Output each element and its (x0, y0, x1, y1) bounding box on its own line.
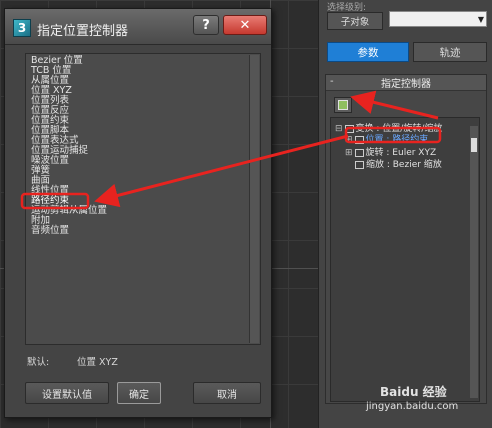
3dsmax-app-icon: 3 (13, 19, 31, 37)
default-label: 默认: (27, 357, 50, 368)
transform-icon (344, 124, 354, 133)
subobject-dropdown[interactable]: ▼ (389, 11, 487, 27)
controller-tree[interactable]: ⊟ 变换 : 位置/旋转/缩放 ⊞ 位置 : 路径约束 ⊞ 旋转 : Euler XY… (330, 117, 480, 402)
ok-button[interactable]: 确定 (117, 382, 161, 404)
expand-icon: ⊞ (345, 148, 353, 158)
collapse-icon: ⊟ (335, 124, 343, 134)
tree-item-position[interactable]: ⊞ 位置 : 路径约束 (345, 135, 428, 146)
tree-scrollbar[interactable] (470, 126, 478, 398)
assign-controller-rollout: - 指定控制器 ⊟ 变换 : 位置/旋转/缩放 ⊞ 位置 : 路径约束 ⊞ 旋转 : … (325, 74, 487, 404)
assign-controller-icon (338, 100, 348, 110)
tree-item-transform[interactable]: ⊟ 变换 : 位置/旋转/缩放 (335, 124, 442, 135)
tree-item-label: 位置 : 路径约束 (365, 135, 429, 145)
list-item[interactable]: 运动剪辑从属位置 (28, 206, 246, 216)
controller-list-items: Bezier 位置 TCB 位置 从属位置 位置 XYZ 位置列表 位置反应 位置约束 位置脚… (28, 56, 246, 236)
scrollbar-thumb[interactable] (471, 138, 477, 152)
dialog-title: 指定位置控制器 (37, 24, 129, 39)
list-scrollbar[interactable] (249, 55, 259, 343)
subobject-button[interactable]: 子对象 (327, 12, 383, 30)
watermark-url: jingyan.baidu.com (366, 401, 459, 412)
chevron-down-icon: ▼ (477, 15, 484, 24)
tree-item-label: 变换 : 位置/旋转/缩放 (355, 124, 443, 134)
assign-controller-button[interactable] (334, 97, 352, 113)
tab-trajectories[interactable]: 轨迹 (413, 42, 487, 62)
assign-position-controller-dialog: 3 指定位置控制器 ? ✕ Bezier 位置 TCB 位置 从属位置 位置 XYZ 位… (4, 8, 272, 418)
cancel-button[interactable]: 取消 (193, 382, 261, 404)
list-item[interactable]: 噪波位置 (28, 156, 246, 166)
rollout-header[interactable]: - 指定控制器 (326, 75, 486, 91)
rollout-title: 指定控制器 (381, 79, 431, 90)
list-item[interactable]: 音频位置 (28, 226, 246, 236)
close-button[interactable]: ✕ (223, 15, 267, 35)
default-value: 位置 XYZ (77, 357, 118, 368)
expand-icon: ⊞ (345, 135, 353, 145)
tree-item-label: 旋转 : Euler XYZ (365, 148, 437, 158)
dialog-titlebar[interactable]: 3 指定位置控制器 ? ✕ (5, 9, 271, 45)
controller-list[interactable]: Bezier 位置 TCB 位置 从属位置 位置 XYZ 位置列表 位置反应 位置约束 位置脚… (25, 53, 261, 345)
help-button[interactable]: ? (193, 15, 219, 35)
tree-item-label: 缩放 : Bezier 缩放 (366, 160, 442, 170)
tree-item-rotation[interactable]: ⊞ 旋转 : Euler XYZ (345, 148, 436, 159)
command-panel: 选择级别: 子对象 ▼ 参数 轨迹 - 指定控制器 ⊟ 变换 : 位置/旋转/缩放… (318, 0, 492, 428)
list-item[interactable]: 弹簧 (28, 166, 246, 176)
rollout-collapse-icon: - (330, 76, 334, 87)
scale-icon (355, 160, 364, 169)
watermark: Baidu 经验 (380, 385, 447, 399)
set-default-button[interactable]: 设置默认值 (25, 382, 109, 404)
tab-parameters[interactable]: 参数 (327, 42, 409, 62)
tree-item-scale[interactable]: 缩放 : Bezier 缩放 (355, 160, 442, 171)
rotation-icon (354, 148, 364, 157)
position-icon (354, 135, 364, 144)
